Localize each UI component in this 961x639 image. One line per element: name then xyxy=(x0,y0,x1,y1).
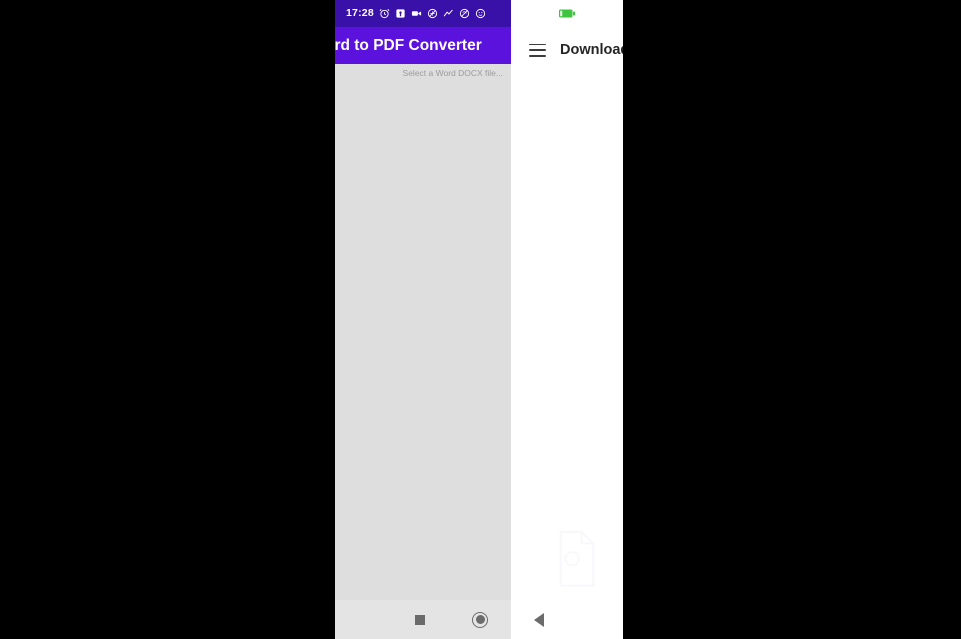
android-status-bar: 17:28 xyxy=(335,0,511,27)
screenshot-icon xyxy=(395,8,406,19)
back-button[interactable] xyxy=(519,600,559,639)
status-bar-clock: 17:28 xyxy=(346,7,374,20)
location-off-icon xyxy=(427,8,438,19)
emoji-icon xyxy=(475,8,486,19)
battery-icon xyxy=(559,5,575,23)
home-circle-icon xyxy=(472,611,488,628)
activity-icon xyxy=(443,8,454,19)
hamburger-menu-icon[interactable] xyxy=(529,43,546,57)
home-button[interactable] xyxy=(460,600,500,639)
video-camera-icon xyxy=(411,8,422,19)
screenshot-root: 17:28 ord to PDF Converter Select a Word… xyxy=(0,0,961,639)
app-content-area[interactable] xyxy=(335,82,511,600)
downloads-toolbar: Download xyxy=(511,30,623,70)
app-bar: ord to PDF Converter xyxy=(335,27,511,64)
recents-square-icon xyxy=(415,614,425,625)
faint-watermark-icon xyxy=(553,530,599,588)
app-title: ord to PDF Converter xyxy=(335,36,482,54)
downloads-title: Download xyxy=(560,41,623,58)
downloads-panel: Download xyxy=(511,0,623,639)
right-status-bar xyxy=(511,0,623,27)
android-navigation-bar xyxy=(335,600,623,639)
downloads-list-area[interactable] xyxy=(511,70,623,639)
sync-off-icon xyxy=(459,8,470,19)
app-subtitle-text: Select a Word DOCX file... xyxy=(402,67,503,78)
back-triangle-icon xyxy=(534,612,544,627)
alarm-clock-icon xyxy=(379,8,390,19)
device-content-strip: 17:28 ord to PDF Converter Select a Word… xyxy=(335,0,623,639)
app-subtitle-bar: Select a Word DOCX file... xyxy=(335,64,511,82)
recents-button[interactable] xyxy=(400,600,440,639)
word-to-pdf-app-pane: 17:28 ord to PDF Converter Select a Word… xyxy=(335,0,511,639)
